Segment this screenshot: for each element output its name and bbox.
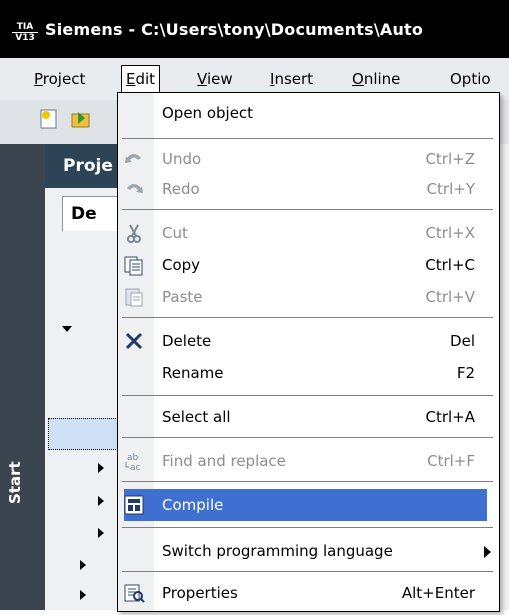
menu-item-rename[interactable]: Rename F2 bbox=[118, 357, 499, 389]
properties-icon bbox=[123, 582, 145, 604]
menu-separator bbox=[122, 209, 493, 210]
title-bar: TIA V13 Siemens - C:\Users\tony\Documents… bbox=[0, 0, 509, 58]
menu-separator bbox=[122, 571, 493, 572]
menu-project[interactable]: Project bbox=[30, 66, 89, 92]
edit-menu-dropdown: Open object Undo Ctrl+Z Redo Ctrl+Y Cut … bbox=[117, 92, 500, 612]
submenu-arrow-icon bbox=[484, 546, 491, 558]
menu-item-switch-language[interactable]: Switch programming language bbox=[118, 535, 499, 567]
menu-edit[interactable]: Edit bbox=[121, 65, 161, 94]
menu-item-delete[interactable]: Delete Del bbox=[118, 325, 499, 357]
tree-collapse-arrow[interactable] bbox=[98, 496, 104, 506]
undo-icon bbox=[123, 148, 145, 170]
menu-view[interactable]: View bbox=[193, 66, 237, 92]
menu-item-open-object[interactable]: Open object bbox=[118, 97, 499, 129]
tree-selected-row[interactable] bbox=[48, 418, 118, 450]
tree-collapse-arrow[interactable] bbox=[80, 560, 86, 570]
menu-separator bbox=[122, 437, 493, 438]
window-title: Siemens - C:\Users\tony\Documents\Auto bbox=[45, 20, 424, 39]
tia-logo: TIA V13 bbox=[12, 22, 38, 44]
open-project-icon[interactable] bbox=[70, 108, 92, 130]
menu-item-find-replace[interactable]: ab ac Find and replace Ctrl+F bbox=[118, 445, 499, 477]
menu-separator bbox=[122, 395, 493, 396]
tree-expand-arrow[interactable] bbox=[62, 326, 72, 332]
copy-icon bbox=[123, 254, 145, 276]
menu-item-paste[interactable]: Paste Ctrl+V bbox=[118, 281, 499, 313]
menu-item-properties[interactable]: Properties Alt+Enter bbox=[118, 577, 499, 609]
menu-item-copy[interactable]: Copy Ctrl+C bbox=[118, 249, 499, 281]
scissors-icon bbox=[123, 222, 145, 244]
svg-text:ab: ab bbox=[127, 453, 139, 463]
compile-icon bbox=[123, 494, 145, 516]
menu-separator bbox=[122, 527, 493, 528]
tree-collapse-arrow[interactable] bbox=[98, 528, 104, 538]
menu-online[interactable]: Online bbox=[348, 66, 404, 92]
start-label: Start bbox=[6, 461, 24, 504]
redo-icon bbox=[123, 178, 145, 200]
tree-collapse-arrow[interactable] bbox=[98, 463, 104, 473]
menu-item-compile[interactable]: Compile bbox=[124, 489, 487, 521]
menu-item-redo[interactable]: Redo Ctrl+Y bbox=[118, 173, 499, 205]
portal-start-bar[interactable]: Start bbox=[0, 144, 45, 610]
menu-item-select-all[interactable]: Select all Ctrl+A bbox=[118, 401, 499, 433]
menu-item-cut[interactable]: Cut Ctrl+X bbox=[118, 217, 499, 249]
delete-x-icon bbox=[123, 330, 145, 352]
menu-separator bbox=[122, 138, 493, 139]
svg-text:ac: ac bbox=[130, 463, 141, 472]
menu-insert[interactable]: Insert bbox=[266, 66, 317, 92]
menu-options[interactable]: Optio bbox=[446, 66, 495, 92]
tree-collapse-arrow[interactable] bbox=[80, 590, 86, 600]
find-replace-icon: ab ac bbox=[123, 450, 145, 473]
menu-item-undo[interactable]: Undo Ctrl+Z bbox=[118, 143, 499, 175]
menu-separator bbox=[122, 317, 493, 318]
new-project-icon[interactable] bbox=[38, 108, 60, 130]
paste-icon bbox=[123, 286, 145, 308]
menu-separator bbox=[122, 481, 493, 482]
